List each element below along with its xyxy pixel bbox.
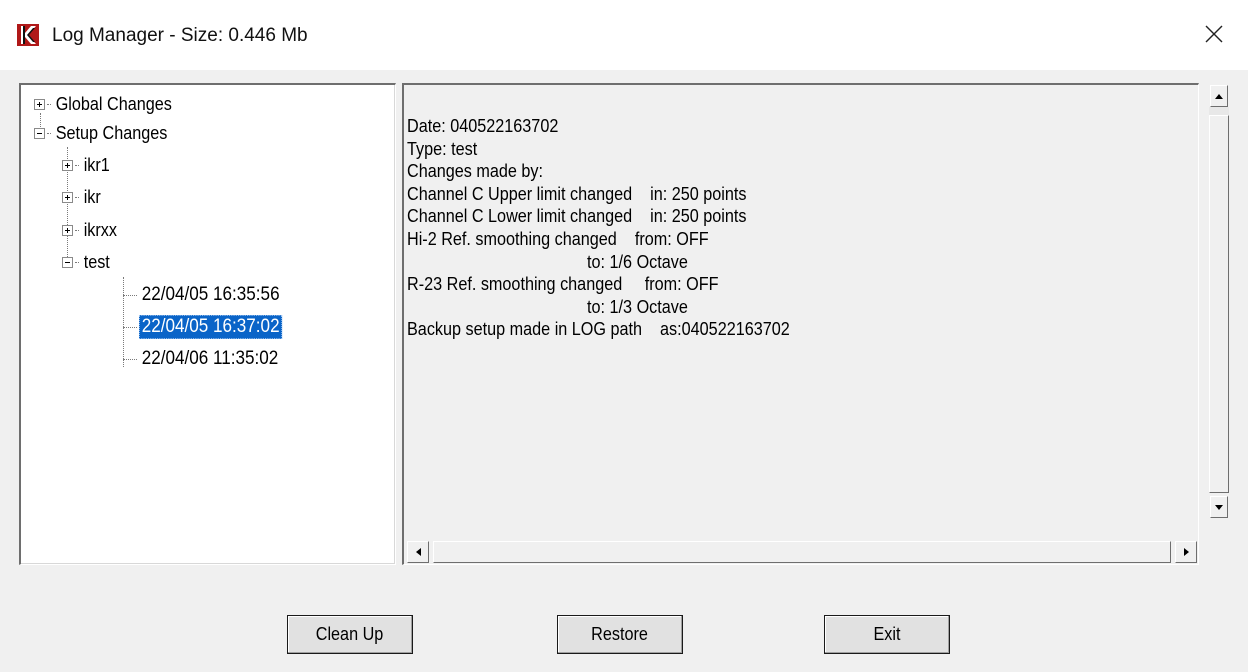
exit-button[interactable]: Exit <box>824 615 950 654</box>
detail-line: R-23 Ref. smoothing changed from: OFF <box>407 274 719 295</box>
log-entry-label: 22/04/06 11:35:02 <box>141 348 279 369</box>
expand-plus-icon[interactable] <box>62 191 73 203</box>
scroll-thumb[interactable] <box>1209 115 1229 493</box>
detail-line: Date: 040522163702 <box>407 116 559 136</box>
arrow-left-icon <box>415 548 421 556</box>
title-bar: Log Manager - Size: 0.446 Mb <box>0 0 1248 70</box>
button-label: Restore <box>591 624 649 644</box>
close-icon <box>1205 25 1223 43</box>
log-entry-label: 22/04/05 16:37:02 <box>139 315 283 339</box>
detail-line: to: 1/3 Octave <box>407 296 688 317</box>
button-label: Exit <box>873 624 901 644</box>
tree-item-ikrxx[interactable]: ikrxx <box>62 217 124 243</box>
log-entry-selected[interactable]: 22/04/05 16:37:02 <box>123 314 298 340</box>
log-entry[interactable]: 22/04/05 16:35:56 <box>123 282 298 308</box>
tree-item-setup-changes[interactable]: Setup Changes <box>34 120 183 146</box>
log-entry[interactable]: 22/04/06 11:35:02 <box>123 346 297 372</box>
horizontal-scrollbar[interactable] <box>405 539 1202 565</box>
scroll-left-button[interactable] <box>407 541 429 563</box>
arrow-right-icon <box>1183 548 1189 556</box>
collapse-minus-icon[interactable] <box>34 127 45 139</box>
scroll-right-button[interactable] <box>1175 541 1197 563</box>
arrow-up-icon <box>1215 93 1223 99</box>
restore-button[interactable]: Restore <box>557 615 683 654</box>
kk-logo-icon <box>17 24 39 46</box>
detail-line: Hi-2 Ref. smoothing changed from: OFF <box>407 228 709 249</box>
expand-plus-icon[interactable] <box>62 224 73 236</box>
tree-item-label: Global Changes <box>55 94 172 114</box>
tree-item-test[interactable]: test <box>62 249 116 275</box>
detail-line: Type: test <box>407 138 478 159</box>
detail-line: to: 1/6 Octave <box>407 251 688 272</box>
collapse-minus-icon[interactable] <box>62 256 73 268</box>
scroll-down-button[interactable] <box>1210 496 1228 518</box>
scroll-up-button[interactable] <box>1210 85 1228 107</box>
detail-line: Channel C Upper limit changed in: 250 po… <box>407 183 747 204</box>
window-title: Log Manager - Size: 0.446 Mb <box>52 25 308 46</box>
detail-line: Changes made by: <box>407 161 543 182</box>
button-label: Clean Up <box>316 624 384 644</box>
tree-item-label: ikr <box>83 187 101 207</box>
detail-line: Backup setup made in LOG path as:0405221… <box>407 319 790 340</box>
tree-item-ikr1[interactable]: ikr1 <box>62 152 116 178</box>
tree-item-global-changes[interactable]: Global Changes <box>34 91 188 117</box>
vertical-scrollbar[interactable] <box>1209 83 1229 541</box>
tree-item-label: test <box>83 252 110 272</box>
log-tree[interactable]: Global Changes Setup Changes ikr1 ikr ik… <box>19 83 396 565</box>
expand-plus-icon[interactable] <box>62 159 73 171</box>
expand-plus-icon[interactable] <box>34 98 45 110</box>
detail-line: Channel C Lower limit changed in: 250 po… <box>407 206 747 227</box>
tree-item-label: ikrxx <box>83 220 117 240</box>
arrow-down-icon <box>1215 504 1223 510</box>
tree-item-label: Setup Changes <box>55 123 168 143</box>
log-entry-label: 22/04/05 16:35:56 <box>141 284 280 305</box>
close-button[interactable] <box>1192 14 1236 54</box>
log-details-view[interactable]: Date: 040522163702 Type: test Changes ma… <box>402 83 1199 565</box>
clean-up-button[interactable]: Clean Up <box>287 615 413 654</box>
tree-item-label: ikr1 <box>83 155 110 175</box>
scroll-thumb[interactable] <box>433 541 1171 563</box>
tree-item-ikr[interactable]: ikr <box>62 184 106 210</box>
log-details-text: Date: 040522163702 Type: test Changes ma… <box>407 115 832 341</box>
